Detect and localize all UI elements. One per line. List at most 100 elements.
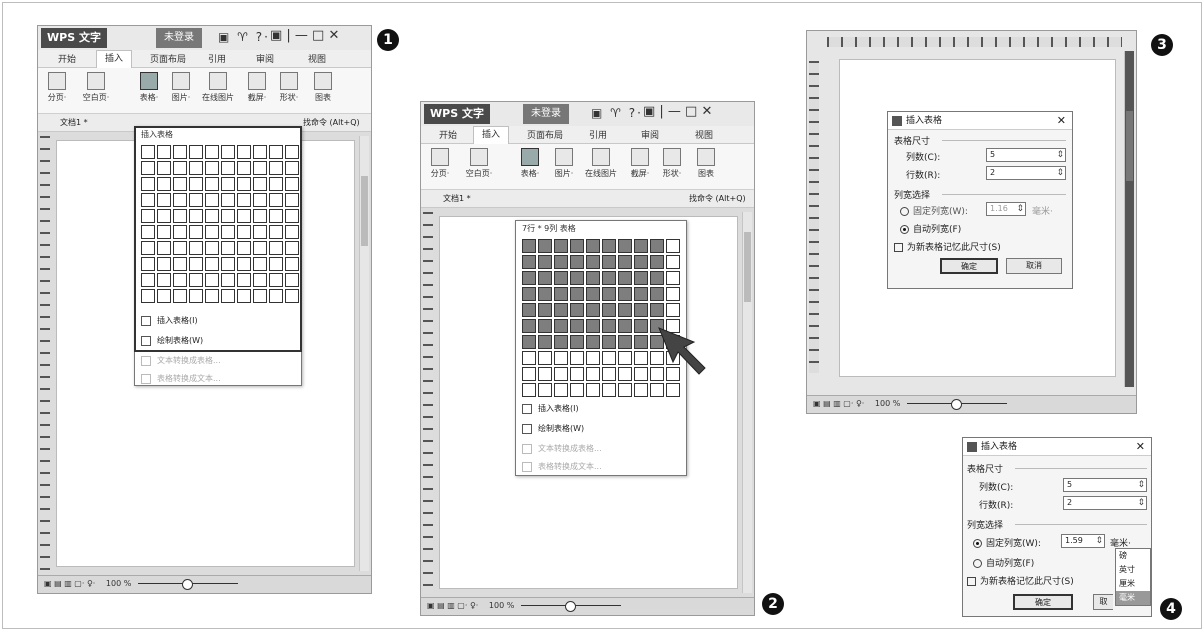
table-grid-cell[interactable] bbox=[554, 271, 568, 285]
table-grid-cell[interactable] bbox=[586, 319, 600, 333]
zoom-slider[interactable] bbox=[520, 601, 621, 612]
doc-tab[interactable]: 文档1 * bbox=[60, 117, 88, 128]
table-grid-cell[interactable] bbox=[554, 303, 568, 317]
table-grid-cell[interactable] bbox=[618, 255, 632, 269]
table-grid-cell[interactable] bbox=[586, 287, 600, 301]
close-icon[interactable]: ✕ bbox=[1057, 112, 1066, 130]
table-grid-cell[interactable] bbox=[570, 271, 584, 285]
tab-references[interactable]: 引用 bbox=[208, 52, 226, 65]
tab-home[interactable]: 开始 bbox=[58, 52, 76, 65]
table-grid-cell[interactable] bbox=[538, 271, 552, 285]
table-grid-cell[interactable] bbox=[618, 335, 632, 349]
remember-size-checkbox[interactable]: 为新表格记忆此尺寸(S) bbox=[967, 574, 1074, 587]
window-controls[interactable]: ▣ | — □ ✕ bbox=[643, 104, 712, 119]
table-grid-cell[interactable] bbox=[522, 239, 536, 253]
screenshot-button[interactable]: 截屏· bbox=[242, 72, 272, 103]
table-grid-cell[interactable] bbox=[570, 319, 584, 333]
table-grid-cell[interactable] bbox=[602, 239, 616, 253]
table-grid-cell[interactable] bbox=[602, 367, 616, 381]
cancel-button[interactable]: 取消 bbox=[1006, 258, 1062, 274]
table-grid-cell[interactable] bbox=[602, 271, 616, 285]
table-grid-cell[interactable] bbox=[650, 287, 664, 301]
table-grid-cell[interactable] bbox=[570, 303, 584, 317]
table-grid-cell[interactable] bbox=[570, 351, 584, 365]
command-search[interactable]: 找命令 (Alt+Q) bbox=[689, 193, 746, 204]
table-grid-cell[interactable] bbox=[634, 383, 648, 397]
blank-page-button[interactable]: 空白页· bbox=[76, 72, 116, 103]
scroll-thumb[interactable] bbox=[361, 176, 368, 246]
tab-view[interactable]: 视图 bbox=[695, 128, 713, 141]
radio-button[interactable] bbox=[900, 207, 909, 216]
close-icon[interactable]: ✕ bbox=[1136, 438, 1145, 456]
table-grid-cell[interactable] bbox=[666, 255, 680, 269]
tab-insert[interactable]: 插入 bbox=[96, 50, 133, 68]
table-grid-cell[interactable] bbox=[634, 287, 648, 301]
command-search[interactable]: 找命令 (Alt+Q) bbox=[303, 117, 360, 128]
table-grid-cell[interactable] bbox=[554, 383, 568, 397]
checkbox[interactable] bbox=[967, 577, 976, 586]
table-grid-cell[interactable] bbox=[522, 303, 536, 317]
ok-button[interactable]: 确定 bbox=[940, 258, 998, 274]
table-grid-cell[interactable] bbox=[570, 239, 584, 253]
tab-page-layout[interactable]: 页面布局 bbox=[150, 52, 186, 65]
table-grid-cell[interactable] bbox=[618, 367, 632, 381]
table-grid-cell[interactable] bbox=[522, 367, 536, 381]
radio-button[interactable] bbox=[973, 559, 982, 568]
table-grid-cell[interactable] bbox=[554, 255, 568, 269]
table-grid-cell[interactable] bbox=[554, 319, 568, 333]
table-grid-cell[interactable] bbox=[586, 239, 600, 253]
online-picture-button[interactable]: 在线图片 bbox=[581, 148, 621, 179]
cols-stepper[interactable]: 5 bbox=[1063, 478, 1147, 492]
radio-button[interactable] bbox=[973, 539, 982, 548]
table-grid-cell[interactable] bbox=[634, 271, 648, 285]
table-grid-cell[interactable] bbox=[666, 303, 680, 317]
table-grid-cell[interactable] bbox=[666, 383, 680, 397]
table-grid-cell[interactable] bbox=[586, 255, 600, 269]
cols-stepper[interactable]: 5 bbox=[986, 148, 1066, 162]
table-grid-cell[interactable] bbox=[586, 351, 600, 365]
table-grid-cell[interactable] bbox=[634, 303, 648, 317]
fixed-width-option[interactable]: 固定列宽(W): bbox=[900, 204, 968, 217]
text-to-table-item[interactable]: 文本转换成表格... bbox=[522, 441, 602, 457]
table-grid-cell[interactable] bbox=[554, 335, 568, 349]
table-grid-cell[interactable] bbox=[650, 303, 664, 317]
table-grid-cell[interactable] bbox=[538, 319, 552, 333]
login-status[interactable]: 未登录 bbox=[523, 104, 569, 124]
unit-option[interactable]: 磅 bbox=[1116, 549, 1150, 563]
table-grid-cell[interactable] bbox=[650, 239, 664, 253]
table-grid-cell[interactable] bbox=[634, 255, 648, 269]
table-grid-cell[interactable] bbox=[602, 351, 616, 365]
table-grid-cell[interactable] bbox=[522, 255, 536, 269]
table-grid-cell[interactable] bbox=[602, 335, 616, 349]
unit-select[interactable]: 毫米· bbox=[1032, 204, 1053, 217]
unit-option[interactable]: 厘米 bbox=[1116, 577, 1150, 591]
table-grid-cell[interactable] bbox=[602, 383, 616, 397]
table-grid-cell[interactable] bbox=[554, 351, 568, 365]
ok-button[interactable]: 确定 bbox=[1013, 594, 1073, 610]
page-break-button[interactable]: 分页· bbox=[425, 148, 455, 179]
table-grid-cell[interactable] bbox=[602, 287, 616, 301]
table-grid-cell[interactable] bbox=[538, 303, 552, 317]
tab-review[interactable]: 审阅 bbox=[641, 128, 659, 141]
table-grid-cell[interactable] bbox=[602, 255, 616, 269]
status-icons[interactable]: ▣ ▤ ▥ ▢· ♀· bbox=[427, 601, 478, 610]
table-grid-cell[interactable] bbox=[634, 239, 648, 253]
table-grid-cell[interactable] bbox=[538, 335, 552, 349]
unit-option[interactable]: 英寸 bbox=[1116, 563, 1150, 577]
table-grid-cell[interactable] bbox=[618, 303, 632, 317]
window-controls[interactable]: ▣ | — □ ✕ bbox=[270, 28, 339, 43]
table-grid-cell[interactable] bbox=[666, 271, 680, 285]
text-to-table-item[interactable]: 文本转换成表格... bbox=[141, 353, 221, 369]
status-icons[interactable]: ▣ ▤ ▥ ▢· ♀· bbox=[813, 399, 864, 408]
vertical-scrollbar[interactable] bbox=[1124, 51, 1134, 387]
online-picture-button[interactable]: 在线图片 bbox=[198, 72, 238, 103]
table-grid-cell[interactable] bbox=[570, 367, 584, 381]
table-grid-cell[interactable] bbox=[570, 383, 584, 397]
page-break-button[interactable]: 分页· bbox=[42, 72, 72, 103]
fixed-width-stepper[interactable]: 1.59 bbox=[1061, 534, 1105, 548]
table-grid-cell[interactable] bbox=[554, 239, 568, 253]
table-grid-cell[interactable] bbox=[650, 255, 664, 269]
chart-button[interactable]: 图表 bbox=[308, 72, 338, 103]
fixed-width-stepper[interactable]: 1.16 bbox=[986, 202, 1026, 216]
table-grid-cell[interactable] bbox=[554, 287, 568, 301]
